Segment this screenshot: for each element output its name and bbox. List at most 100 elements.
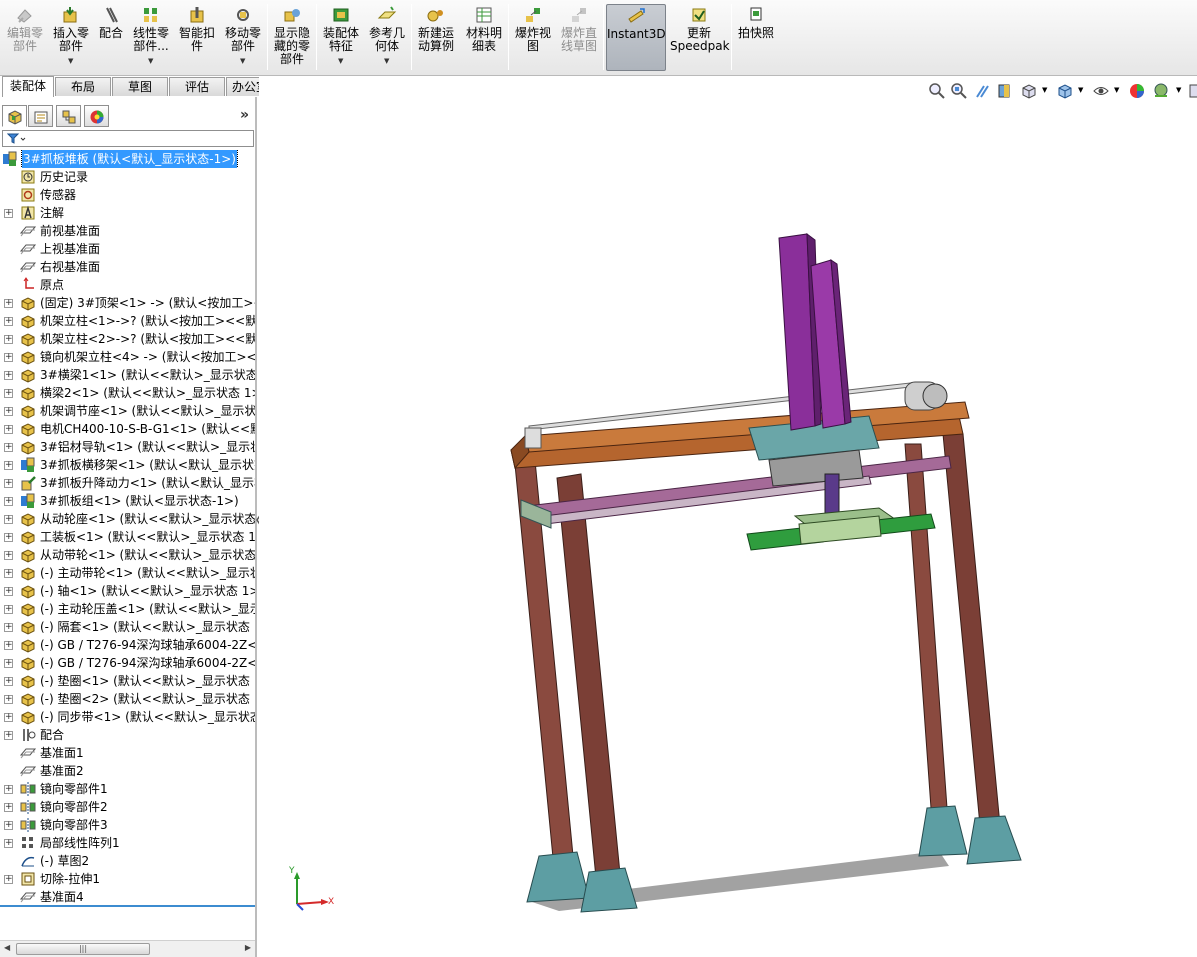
tab-layout[interactable]: 布局 <box>55 77 111 96</box>
expand-toggle-icon[interactable]: + <box>4 731 13 740</box>
tree-item[interactable]: + 横梁2<1> (默认<<默认>_显示状态 1>) <box>0 384 255 402</box>
tree-item[interactable]: + 镜向零部件3 <box>0 816 255 834</box>
tree-item[interactable]: + (固定) 3#顶架<1> -> (默认<按加工>< <box>0 294 255 312</box>
expand-toggle-icon[interactable]: + <box>4 533 13 542</box>
expand-toggle-icon[interactable]: + <box>4 299 13 308</box>
tree-item[interactable]: + 从动带轮<1> (默认<<默认>_显示状态 <box>0 546 255 564</box>
expand-toggle-icon[interactable]: + <box>4 839 13 848</box>
tree-item[interactable]: +3#铝材导轨<1> (默认<<默认>_显示状态 <box>0 438 255 456</box>
tree-item[interactable]: + 从动轮座<1> (默认<<默认>_显示状态 <box>0 510 255 528</box>
tree-item[interactable]: + 电机CH400-10-S-B-G1<1> (默认<<默认 <box>0 420 255 438</box>
featuremanager-tab[interactable] <box>2 105 27 127</box>
previous-view-icon[interactable] <box>974 82 992 100</box>
expand-toggle-icon[interactable]: + <box>4 641 13 650</box>
tree-item[interactable]: 基准面1 <box>0 744 255 762</box>
tree-item[interactable]: + 机架立柱<2>->? (默认<按加工><<默认 <box>0 330 255 348</box>
expand-toggle-icon[interactable]: + <box>4 785 13 794</box>
expand-toggle-icon[interactable]: + <box>4 821 13 830</box>
tree-item[interactable]: (-) 草图2 <box>0 852 255 870</box>
new-motion-study-button[interactable]: 新建运 动算例 <box>415 4 457 72</box>
expand-toggle-icon[interactable]: + <box>4 569 13 578</box>
expand-toggle-icon[interactable]: + <box>4 551 13 560</box>
tree-horizontal-scrollbar[interactable]: ◀ ||| ▶ <box>0 940 255 957</box>
display-style-icon[interactable] <box>1056 82 1074 100</box>
explode-line-sketch-button[interactable]: 爆炸直 线草图 <box>558 4 600 72</box>
expand-toggle-icon[interactable]: + <box>4 461 13 470</box>
reference-geometry-dropdown-icon[interactable]: ▼ <box>384 55 389 68</box>
tree-item[interactable]: +3#抓板组<1> (默认<显示状态-1>) <box>0 492 255 510</box>
expand-toggle-icon[interactable]: + <box>4 587 13 596</box>
assembly-features-button[interactable]: 装配体 特征 ▼ <box>320 4 362 72</box>
scroll-left-icon[interactable]: ◀ <box>4 943 10 952</box>
expand-toggle-icon[interactable]: + <box>4 389 13 398</box>
section-view-icon[interactable] <box>996 82 1014 100</box>
expand-toggle-icon[interactable]: + <box>4 353 13 362</box>
update-speedpak-button[interactable]: 更新 Speedpak <box>670 4 730 72</box>
linear-pattern-dropdown-icon[interactable]: ▼ <box>148 55 153 68</box>
instant3d-button[interactable]: Instant3D <box>606 4 666 71</box>
tree-root-assembly[interactable]: 3#抓板堆板 (默认<默认_显示状态-1>) <box>0 150 255 168</box>
assembly-features-dropdown-icon[interactable]: ▼ <box>338 55 343 68</box>
tree-item[interactable]: + 局部线性阵列1 <box>0 834 255 852</box>
apply-scene-dropdown-icon[interactable]: ▼ <box>1176 86 1181 94</box>
view-orientation-dropdown-icon[interactable]: ▼ <box>1042 86 1047 94</box>
zoom-to-area-icon[interactable] <box>950 82 968 100</box>
tree-item[interactable]: + 机架立柱<1>->? (默认<按加工><<默认 <box>0 312 255 330</box>
graphics-viewport[interactable]: Y X <box>259 76 1197 957</box>
expand-toggle-icon[interactable]: + <box>4 335 13 344</box>
tree-item[interactable]: 基准面4 <box>0 888 255 904</box>
expand-pane-chevron-icon[interactable]: » <box>240 107 249 123</box>
zoom-to-fit-icon[interactable] <box>928 82 946 100</box>
tree-item[interactable]: 前视基准面 <box>0 222 255 240</box>
insert-component-dropdown-icon[interactable]: ▼ <box>68 55 73 68</box>
tree-item[interactable]: + (-) 主动带轮<1> (默认<<默认>_显示状 <box>0 564 255 582</box>
take-snapshot-button[interactable]: 拍快照 <box>735 4 777 72</box>
bill-of-materials-button[interactable]: 材料明 细表 <box>463 4 505 72</box>
view-settings-icon[interactable] <box>1188 82 1197 100</box>
tree-item[interactable]: + (-) 轴<1> (默认<<默认>_显示状态 1>) <box>0 582 255 600</box>
tree-item[interactable]: 传感器 <box>0 186 255 204</box>
expand-toggle-icon[interactable]: + <box>4 371 13 380</box>
tree-item[interactable]: + (-) 垫圈<2> (默认<<默认>_显示状态 1 <box>0 690 255 708</box>
tree-item[interactable]: + 注解 <box>0 204 255 222</box>
smart-fasteners-button[interactable]: 智能扣 件 <box>176 4 218 72</box>
tree-item[interactable]: 基准面2 <box>0 762 255 780</box>
configurationmanager-tab[interactable] <box>56 105 81 127</box>
hide-show-items-icon[interactable] <box>1092 82 1110 100</box>
tree-item[interactable]: + 镜向零部件1 <box>0 780 255 798</box>
move-component-button[interactable]: 移动零 部件 ▼ <box>222 4 264 72</box>
tree-item[interactable]: 原点 <box>0 276 255 294</box>
tree-item[interactable]: + (-) 垫圈<1> (默认<<默认>_显示状态 1 <box>0 672 255 690</box>
tree-item[interactable]: + (-) GB / T276-94深沟球轴承6004-2Z<2 <box>0 654 255 672</box>
edit-appearance-icon[interactable] <box>1128 82 1146 100</box>
show-hidden-components-button[interactable]: 显示隐 藏的零 部件 <box>271 4 313 72</box>
expand-toggle-icon[interactable]: + <box>4 713 13 722</box>
expand-toggle-icon[interactable]: + <box>4 695 13 704</box>
tree-item[interactable]: + (-) GB / T276-94深沟球轴承6004-2Z<1 <box>0 636 255 654</box>
expand-toggle-icon[interactable]: + <box>4 209 13 218</box>
view-orientation-icon[interactable] <box>1020 82 1038 100</box>
expand-toggle-icon[interactable]: + <box>4 803 13 812</box>
assembly-3d-model[interactable] <box>259 76 1197 957</box>
tree-item[interactable]: 历史记录 <box>0 168 255 186</box>
displaymanager-tab[interactable] <box>84 105 109 127</box>
tree-item[interactable]: + 机架调节座<1> (默认<<默认>_显示状态 <box>0 402 255 420</box>
tree-item[interactable]: + 镜向机架立柱<4> -> (默认<按加工><显 <box>0 348 255 366</box>
scrollbar-thumb[interactable]: ||| <box>16 943 150 955</box>
tree-item[interactable]: +3#抓板横移架<1> (默认<默认_显示状态 <box>0 456 255 474</box>
tree-item[interactable]: + 镜向零部件2 <box>0 798 255 816</box>
tree-item[interactable]: 上视基准面 <box>0 240 255 258</box>
tree-item[interactable]: + 配合 <box>0 726 255 744</box>
expand-toggle-icon[interactable]: + <box>4 497 13 506</box>
tree-item[interactable]: 右视基准面 <box>0 258 255 276</box>
expand-toggle-icon[interactable]: + <box>4 659 13 668</box>
expand-toggle-icon[interactable]: + <box>4 623 13 632</box>
tree-item[interactable]: +3#抓板升降动力<1> (默认<默认_显示状 <box>0 474 255 492</box>
tab-evaluate[interactable]: 评估 <box>169 77 225 96</box>
tab-sketch[interactable]: 草图 <box>112 77 168 96</box>
mate-button[interactable]: 配合 <box>96 4 126 72</box>
expand-toggle-icon[interactable]: + <box>4 407 13 416</box>
expand-toggle-icon[interactable]: + <box>4 443 13 452</box>
tab-assembly[interactable]: 装配体 <box>2 76 54 97</box>
expand-toggle-icon[interactable]: + <box>4 515 13 524</box>
